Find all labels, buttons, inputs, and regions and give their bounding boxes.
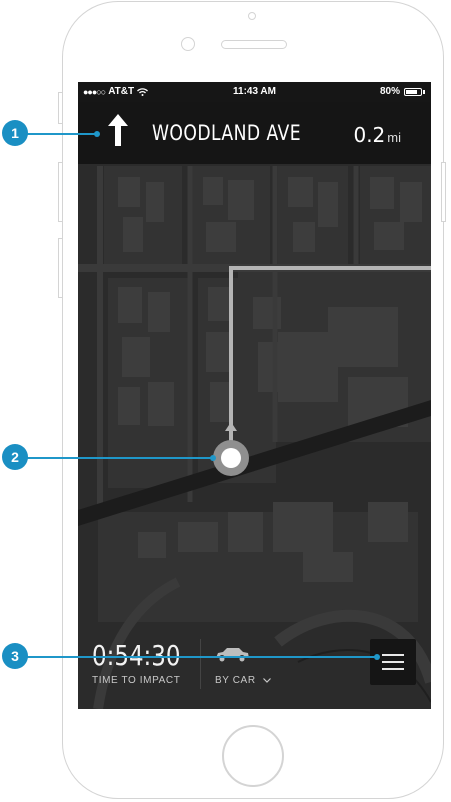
travel-mode-label: BY CAR xyxy=(215,675,271,686)
arrow-up-icon xyxy=(108,114,128,146)
callout-1-badge: 1 xyxy=(2,120,28,146)
callout-2-anchor xyxy=(210,455,216,461)
proximity-sensor xyxy=(248,12,256,20)
volume-up-button xyxy=(58,162,63,222)
status-bar: ●●●○○ AT&T 11:43 AM 80% xyxy=(78,82,431,102)
callout-1-leader-line xyxy=(22,133,97,135)
trip-info-panel: 0:54:30 TIME TO IMPACT BY CAR xyxy=(78,627,431,709)
travel-mode-text: BY CAR xyxy=(215,675,256,686)
status-time: 11:43 AM xyxy=(233,86,276,97)
distance-value: 0.2 xyxy=(353,123,386,147)
callout-3-leader-line xyxy=(22,656,377,658)
status-right: 80% xyxy=(380,86,425,97)
callout-2-leader-line xyxy=(22,457,212,459)
earpiece-speaker xyxy=(221,40,287,49)
street-name: WOODLAND AVE xyxy=(152,121,302,145)
front-camera xyxy=(181,37,195,51)
callout-1-anchor xyxy=(94,131,100,137)
hamburger-menu-icon[interactable] xyxy=(370,639,416,685)
street-map[interactable] xyxy=(78,82,431,709)
panel-divider xyxy=(200,639,201,689)
distance-unit: mi xyxy=(387,130,401,145)
time-to-impact-label: TIME TO IMPACT xyxy=(92,675,181,686)
battery-icon xyxy=(404,87,422,96)
current-location-marker xyxy=(213,440,249,476)
chevron-down-icon xyxy=(263,677,271,683)
annotated-phone-mockup: ●●●○○ AT&T 11:43 AM 80% WOODLAND AVE 0.2… xyxy=(0,0,451,802)
home-button xyxy=(222,725,284,787)
mute-switch xyxy=(58,92,63,124)
callout-3-badge: 3 xyxy=(2,643,28,669)
turn-instruction-bar: WOODLAND AVE 0.2 mi xyxy=(78,102,431,164)
battery-tip xyxy=(423,89,425,94)
travel-mode-selector[interactable]: BY CAR xyxy=(208,645,284,691)
callout-2-badge: 2 xyxy=(2,444,28,470)
car-icon xyxy=(216,648,249,662)
callout-3-anchor xyxy=(374,654,380,660)
battery-percentage: 80% xyxy=(379,86,400,97)
app-screen: ●●●○○ AT&T 11:43 AM 80% WOODLAND AVE 0.2… xyxy=(78,82,431,709)
power-button xyxy=(441,162,446,222)
distance-to-turn: 0.2 mi xyxy=(353,123,401,147)
volume-down-button xyxy=(58,238,63,298)
